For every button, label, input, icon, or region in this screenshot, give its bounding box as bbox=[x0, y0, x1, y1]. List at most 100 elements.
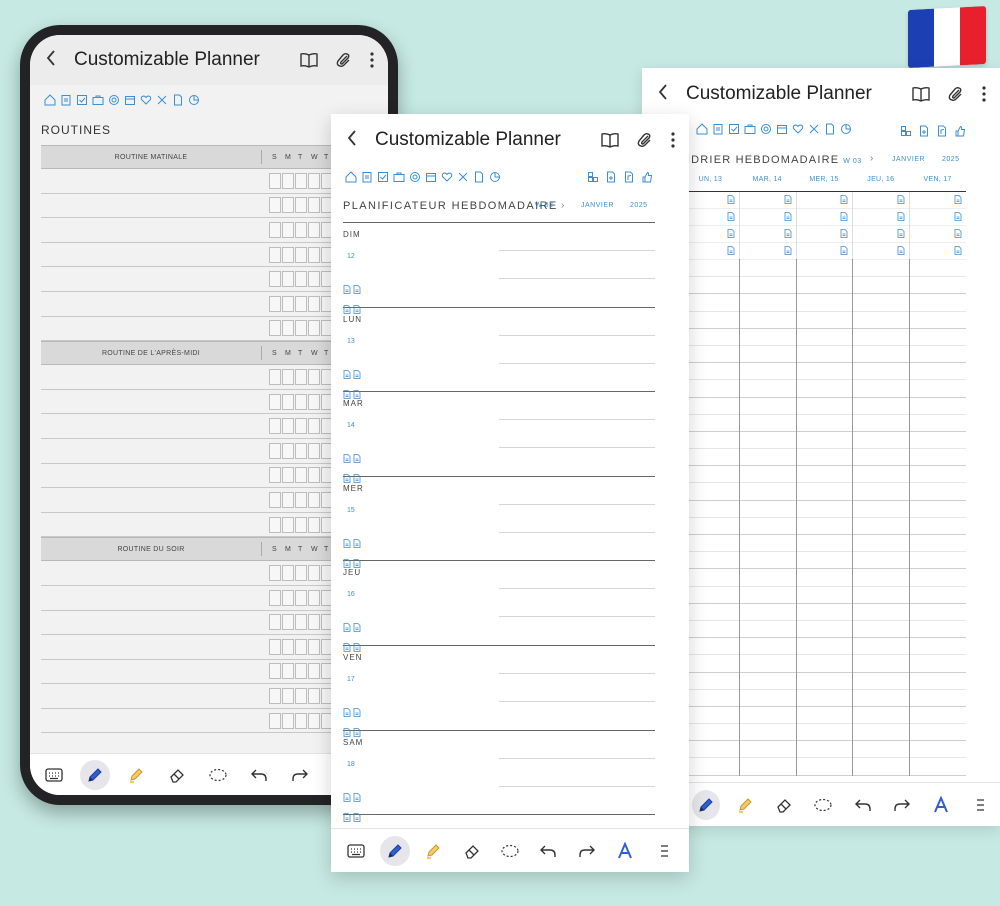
habit-checkbox[interactable] bbox=[308, 418, 320, 435]
note-row[interactable] bbox=[853, 226, 910, 243]
thumbs-up-icon[interactable] bbox=[954, 124, 966, 142]
note-row[interactable] bbox=[910, 192, 966, 209]
note-icon[interactable] bbox=[840, 225, 848, 243]
target-icon[interactable] bbox=[409, 171, 421, 183]
habit-checkbox[interactable] bbox=[269, 295, 281, 312]
more-menu-icon[interactable] bbox=[671, 132, 675, 148]
time-column[interactable] bbox=[852, 260, 910, 776]
keyboard-icon[interactable] bbox=[39, 760, 69, 790]
day-block[interactable]: MAR 14 bbox=[343, 392, 655, 484]
day-writing-lines[interactable] bbox=[499, 646, 655, 730]
back-icon[interactable] bbox=[347, 130, 363, 150]
note-icon[interactable] bbox=[353, 366, 362, 384]
target-icon[interactable] bbox=[760, 123, 772, 135]
habit-checkbox[interactable] bbox=[269, 565, 281, 582]
habit-checkbox[interactable] bbox=[269, 638, 281, 655]
habit-checkbox[interactable] bbox=[295, 418, 307, 435]
note-icon[interactable] bbox=[353, 809, 362, 827]
note-icon[interactable] bbox=[343, 281, 352, 299]
routine-row[interactable] bbox=[41, 390, 357, 415]
routine-row[interactable] bbox=[41, 488, 357, 513]
habit-checkbox[interactable] bbox=[295, 638, 307, 655]
note-row[interactable] bbox=[910, 243, 966, 260]
day-number[interactable]: 14 bbox=[347, 422, 355, 429]
habit-checkbox[interactable] bbox=[282, 221, 294, 238]
lasso-icon[interactable] bbox=[495, 836, 525, 866]
habit-checkbox[interactable] bbox=[282, 442, 294, 459]
tools-icon[interactable] bbox=[156, 94, 168, 106]
note-icon[interactable] bbox=[784, 242, 792, 260]
habit-checkbox[interactable] bbox=[269, 688, 281, 705]
routine-row[interactable] bbox=[41, 635, 357, 660]
week-number[interactable]: W 03 bbox=[843, 158, 861, 165]
note-row[interactable] bbox=[683, 192, 739, 209]
routine-row[interactable] bbox=[41, 414, 357, 439]
document-icon[interactable] bbox=[172, 94, 184, 106]
note-icon[interactable] bbox=[954, 208, 962, 226]
highlighter-icon[interactable] bbox=[731, 790, 759, 820]
habit-checkbox[interactable] bbox=[295, 663, 307, 680]
habit-checkbox[interactable] bbox=[308, 246, 320, 263]
habit-checkbox[interactable] bbox=[308, 393, 320, 410]
habit-checkbox[interactable] bbox=[282, 393, 294, 410]
calendar-icon[interactable] bbox=[124, 94, 136, 106]
checkbox-icon[interactable] bbox=[76, 94, 88, 106]
habit-checkbox[interactable] bbox=[295, 688, 307, 705]
grid-icon[interactable] bbox=[587, 170, 599, 188]
habit-checkbox[interactable] bbox=[282, 467, 294, 484]
text-style-icon[interactable] bbox=[610, 836, 640, 866]
day-block[interactable]: LUN 13 bbox=[343, 308, 655, 399]
habit-checkbox[interactable] bbox=[308, 638, 320, 655]
habit-checkbox[interactable] bbox=[282, 688, 294, 705]
day-writing-lines[interactable] bbox=[499, 477, 655, 561]
note-icon[interactable] bbox=[954, 225, 962, 243]
habit-checkbox[interactable] bbox=[282, 295, 294, 312]
day-writing-lines[interactable] bbox=[499, 731, 655, 815]
note-music-icon[interactable] bbox=[623, 170, 635, 188]
routine-row[interactable] bbox=[41, 586, 357, 611]
note-row[interactable] bbox=[853, 191, 910, 209]
habit-checkbox[interactable] bbox=[269, 467, 281, 484]
highlighter-icon[interactable] bbox=[418, 836, 448, 866]
habit-checkbox[interactable] bbox=[295, 246, 307, 263]
text-style-icon[interactable] bbox=[927, 790, 955, 820]
note-row[interactable] bbox=[683, 209, 739, 226]
note-icon[interactable] bbox=[343, 704, 352, 722]
routine-row[interactable] bbox=[41, 365, 357, 390]
habit-checkbox[interactable] bbox=[269, 393, 281, 410]
note-row[interactable] bbox=[910, 226, 966, 243]
habit-checkbox[interactable] bbox=[282, 418, 294, 435]
time-column[interactable] bbox=[738, 260, 796, 776]
routine-row[interactable] bbox=[41, 243, 357, 268]
note-add-icon[interactable] bbox=[605, 170, 617, 188]
habit-checkbox[interactable] bbox=[308, 271, 320, 288]
time-column[interactable] bbox=[795, 260, 853, 776]
note-icon[interactable] bbox=[727, 208, 735, 226]
undo-icon[interactable] bbox=[244, 760, 274, 790]
habit-checkbox[interactable] bbox=[295, 368, 307, 385]
habit-checkbox[interactable] bbox=[282, 663, 294, 680]
note-icon[interactable] bbox=[353, 789, 362, 807]
habit-checkbox[interactable] bbox=[282, 491, 294, 508]
habit-checkbox[interactable] bbox=[269, 663, 281, 680]
heart-icon[interactable] bbox=[441, 171, 453, 183]
habit-checkbox[interactable] bbox=[282, 614, 294, 631]
note-row[interactable] bbox=[796, 225, 853, 243]
note-icon[interactable] bbox=[353, 535, 362, 553]
year-link[interactable]: 2025 bbox=[942, 156, 960, 163]
home-icon[interactable] bbox=[696, 123, 708, 135]
habit-checkbox[interactable] bbox=[269, 368, 281, 385]
note-icon[interactable] bbox=[353, 619, 362, 637]
day-number[interactable]: 15 bbox=[347, 507, 355, 514]
redo-icon[interactable] bbox=[888, 790, 916, 820]
habit-checkbox[interactable] bbox=[269, 320, 281, 337]
routine-row[interactable] bbox=[41, 513, 357, 538]
eraser-icon[interactable] bbox=[457, 836, 487, 866]
book-icon[interactable] bbox=[912, 86, 930, 102]
note-icon[interactable] bbox=[897, 191, 905, 209]
habit-checkbox[interactable] bbox=[295, 393, 307, 410]
lasso-icon[interactable] bbox=[809, 790, 837, 820]
habit-checkbox[interactable] bbox=[269, 172, 281, 189]
note-icon[interactable] bbox=[343, 619, 352, 637]
note-icon[interactable] bbox=[897, 208, 905, 226]
